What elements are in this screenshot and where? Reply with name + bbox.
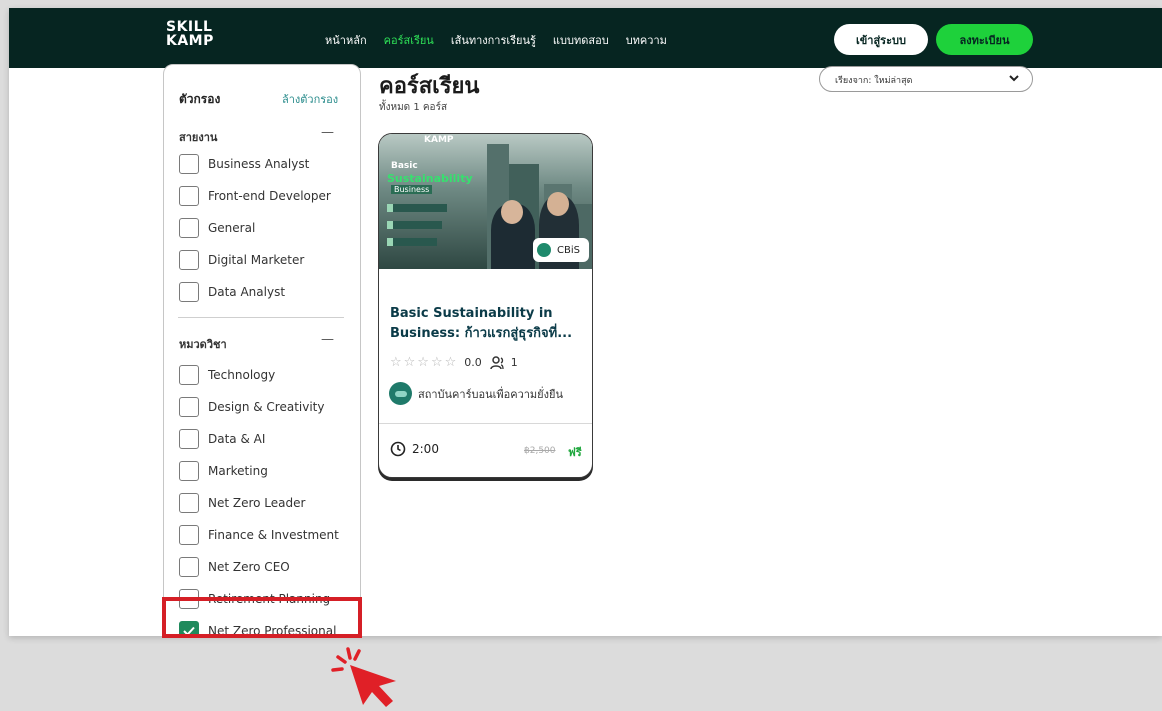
nav-link-quiz[interactable]: แบบทดสอบ (553, 31, 609, 49)
sort-dropdown[interactable]: เรียงจาก: ใหม่ล่าสุด (819, 66, 1033, 92)
institute: สถาบันคาร์บอนเพื่อความยั่งยืน (389, 382, 563, 405)
thumbnail-brand: KAMP (424, 135, 454, 145)
click-cursor-icon (331, 647, 396, 707)
nav-link-articles[interactable]: บทความ (626, 31, 667, 49)
course-rating: ☆☆☆☆☆ 0.0 1 (390, 355, 518, 370)
thumbnail-text-business: Business (391, 185, 433, 194)
filter-option[interactable]: Data Analyst (179, 281, 285, 303)
filter-option-label: Digital Marketer (208, 253, 305, 267)
checkbox[interactable] (179, 250, 199, 270)
course-duration: 2:00 (390, 441, 439, 457)
institute-name: สถาบันคาร์บอนเพื่อความยั่งยืน (418, 387, 563, 401)
highlight-box (162, 597, 362, 638)
page-title: คอร์สเรียน (379, 74, 480, 99)
info-bullets (387, 204, 467, 262)
top-navbar: SKILL KAMP หน้าหลัก คอร์สเรียน เส้นทางกา… (9, 8, 1162, 68)
group-title-job: สายงาน (179, 131, 218, 144)
filter-title: ตัวกรอง (179, 92, 221, 106)
login-button[interactable]: เข้าสู่ระบบ (834, 24, 928, 55)
speaker-face (501, 200, 523, 224)
rating-value: 0.0 (464, 356, 482, 369)
group-title-category: หมวดวิชา (179, 338, 227, 351)
checkbox[interactable] (179, 365, 199, 385)
filter-option[interactable]: Net Zero CEO (179, 556, 290, 578)
thumbnail-text-sustainability: Sustainability (387, 172, 473, 185)
filter-option[interactable]: Data & AI (179, 428, 265, 450)
price-free: ฟรี (568, 446, 582, 459)
star-rating-icons: ☆☆☆☆☆ (390, 355, 459, 370)
checkbox[interactable] (179, 282, 199, 302)
checkbox[interactable] (179, 429, 199, 449)
nav-link-home[interactable]: หน้าหลัก (325, 31, 367, 49)
nav-link-courses[interactable]: คอร์สเรียน (384, 31, 434, 49)
institute-avatar (389, 382, 412, 405)
course-title[interactable]: Basic Sustainability in Business: ก้าวแร… (390, 304, 585, 344)
filter-option-label: Finance & Investment (208, 528, 339, 542)
checkbox[interactable] (179, 461, 199, 481)
filter-option[interactable]: Marketing (179, 460, 268, 482)
collapse-job-icon[interactable]: — (321, 125, 334, 140)
thumbnail-text-basic: Basic (391, 161, 418, 171)
nav-link-learning-path[interactable]: เส้นทางการเรียนรู้ (451, 31, 536, 49)
filter-option[interactable]: Design & Creativity (179, 396, 324, 418)
checkbox[interactable] (179, 397, 199, 417)
logo-line-1: SKILL (166, 19, 213, 35)
logo-line-2: KAMP (166, 33, 214, 49)
clear-filter-link[interactable]: ล้างตัวกรอง (282, 90, 338, 108)
filter-option[interactable]: Digital Marketer (179, 249, 304, 271)
old-price: ฿2,500 (524, 446, 556, 456)
sort-value: เรียงจาก: ใหม่ล่าสุด (835, 76, 913, 86)
speaker-face (547, 192, 569, 216)
group-divider (178, 317, 344, 318)
cbis-logo-icon (537, 243, 551, 257)
checkbox[interactable] (179, 218, 199, 238)
course-card[interactable]: KAMP Basic Sustainability Business CBiS … (378, 133, 593, 478)
filter-option[interactable]: Net Zero Leader (179, 492, 305, 514)
checkbox[interactable] (179, 557, 199, 577)
filter-option-label: Marketing (208, 464, 268, 478)
checkbox[interactable] (179, 525, 199, 545)
learner-count: 1 (510, 356, 518, 369)
filter-sidebar: ตัวกรอง ล้างตัวกรอง สายงาน — Business An… (163, 64, 361, 636)
checkbox[interactable] (179, 154, 199, 174)
provider-badge-label: CBiS (557, 244, 580, 256)
filter-option-label: Net Zero Leader (208, 496, 306, 510)
nav-links: หน้าหลัก คอร์สเรียน เส้นทางการเรียนรู้ แ… (325, 31, 684, 49)
duration-value: 2:00 (412, 442, 439, 456)
filter-option[interactable]: Technology (179, 364, 275, 386)
clock-icon (390, 441, 406, 457)
course-count: ทั้งหมด 1 คอร์ส (379, 102, 448, 113)
course-thumbnail: KAMP Basic Sustainability Business CBiS (379, 134, 592, 269)
checkbox[interactable] (179, 493, 199, 513)
filter-option-label: Data Analyst (208, 285, 286, 299)
register-button[interactable]: ลงทะเบียน (936, 24, 1033, 55)
filter-option-label: Net Zero CEO (208, 560, 290, 574)
filter-option-label: Design & Creativity (208, 400, 325, 414)
filter-option[interactable]: General (179, 217, 255, 239)
filter-option-label: Data & AI (208, 432, 266, 446)
filter-option-label: General (208, 221, 256, 235)
filter-option[interactable]: Front-end Developer (179, 185, 331, 207)
filter-option-label: Technology (208, 368, 276, 382)
filter-option-label: Business Analyst (208, 157, 310, 171)
chevron-down-icon (1009, 75, 1019, 82)
filter-option[interactable]: Business Analyst (179, 153, 309, 175)
provider-badge: CBiS (533, 238, 589, 262)
card-divider (379, 423, 592, 424)
filter-option[interactable]: Finance & Investment (179, 524, 339, 546)
checkbox[interactable] (179, 186, 199, 206)
skillkamp-logo[interactable]: SKILL KAMP (166, 20, 214, 48)
filter-option-label: Front-end Developer (208, 189, 331, 203)
browser-page: SKILL KAMP หน้าหลัก คอร์สเรียน เส้นทางกา… (9, 8, 1162, 636)
users-icon (490, 355, 504, 369)
collapse-category-icon[interactable]: — (321, 332, 334, 347)
